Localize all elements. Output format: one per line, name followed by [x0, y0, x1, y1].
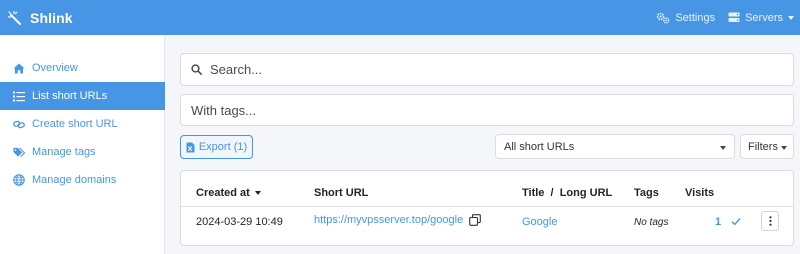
tags-cell: No tags [634, 217, 669, 228]
sidebar-item-list-short-urls[interactable]: List short URLs [0, 82, 165, 110]
ellipsis-vertical-icon [768, 216, 772, 226]
sidebar-item-label: Overview [32, 62, 78, 74]
short-urls-table: Created at Short URL Title / Long URL Ta… [180, 170, 794, 246]
settings-label: Settings [675, 11, 716, 24]
list-icon [13, 90, 25, 102]
check-icon [731, 217, 741, 226]
servers-dropdown[interactable]: Servers [728, 12, 794, 24]
row-actions-button[interactable] [761, 211, 779, 231]
top-navbar: Shlink Settings Servers [0, 0, 800, 35]
col-header-short-url[interactable]: Short URL [314, 187, 368, 199]
header-divider [181, 206, 793, 207]
settings-link[interactable]: Settings [656, 12, 715, 24]
sidebar-item-manage-tags[interactable]: Manage tags [0, 138, 165, 166]
short-url-cell: https://myvpsserver.top/google [314, 214, 482, 226]
export-button[interactable]: Export (1) [180, 135, 253, 159]
chevron-down-icon [781, 146, 787, 150]
col-header-label: Created at [196, 187, 250, 199]
col-header-tags[interactable]: Tags [634, 187, 659, 199]
short-url-link[interactable]: https://myvpsserver.top/google [314, 214, 463, 226]
col-header-created-at[interactable]: Created at [196, 187, 261, 199]
link-icon [13, 118, 25, 130]
sidebar-item-overview[interactable]: Overview [0, 54, 165, 82]
globe-icon [13, 174, 25, 186]
col-header-visits[interactable]: Visits [685, 187, 714, 199]
magic-wand-icon [8, 10, 22, 25]
file-excel-icon [186, 142, 195, 153]
tags-icon [13, 146, 25, 158]
created-at-cell: 2024-03-29 10:49 [196, 216, 283, 228]
copy-icon[interactable] [469, 214, 482, 226]
sidebar-item-label: Manage domains [32, 174, 117, 186]
brand-name: Shlink [30, 9, 73, 26]
short-urls-filter-select[interactable]: All short URLs [495, 134, 735, 159]
cogs-icon [656, 12, 670, 24]
sidebar-item-label: Create short URL [32, 118, 118, 130]
sidebar: Overview List short URLs Create short UR… [0, 35, 165, 254]
filters-dropdown[interactable]: Filters [740, 134, 794, 159]
sidebar-item-label: List short URLs [32, 90, 108, 102]
sidebar-item-create-short-url[interactable]: Create short URL [0, 110, 165, 138]
server-icon [728, 12, 740, 23]
export-label: Export (1) [198, 141, 248, 153]
chevron-down-icon [720, 146, 726, 150]
sidebar-item-manage-domains[interactable]: Manage domains [0, 166, 165, 194]
sort-desc-icon [254, 191, 261, 195]
search-icon [191, 64, 202, 75]
short-urls-filter-value: All short URLs [504, 140, 575, 153]
servers-label: Servers [745, 11, 783, 24]
tags-input[interactable] [191, 102, 781, 118]
home-icon [13, 62, 25, 74]
title-link[interactable]: Google [522, 216, 557, 228]
visits-count-link[interactable]: 1 [715, 216, 721, 228]
search-input[interactable] [210, 62, 770, 77]
search-bar [180, 53, 794, 86]
tags-filter-bar [180, 94, 794, 126]
sidebar-item-label: Manage tags [32, 146, 96, 158]
col-header-title-long-url[interactable]: Title / Long URL [522, 187, 612, 199]
brand[interactable]: Shlink [8, 0, 73, 35]
filters-label: Filters [748, 140, 778, 153]
chevron-down-icon [788, 15, 794, 20]
